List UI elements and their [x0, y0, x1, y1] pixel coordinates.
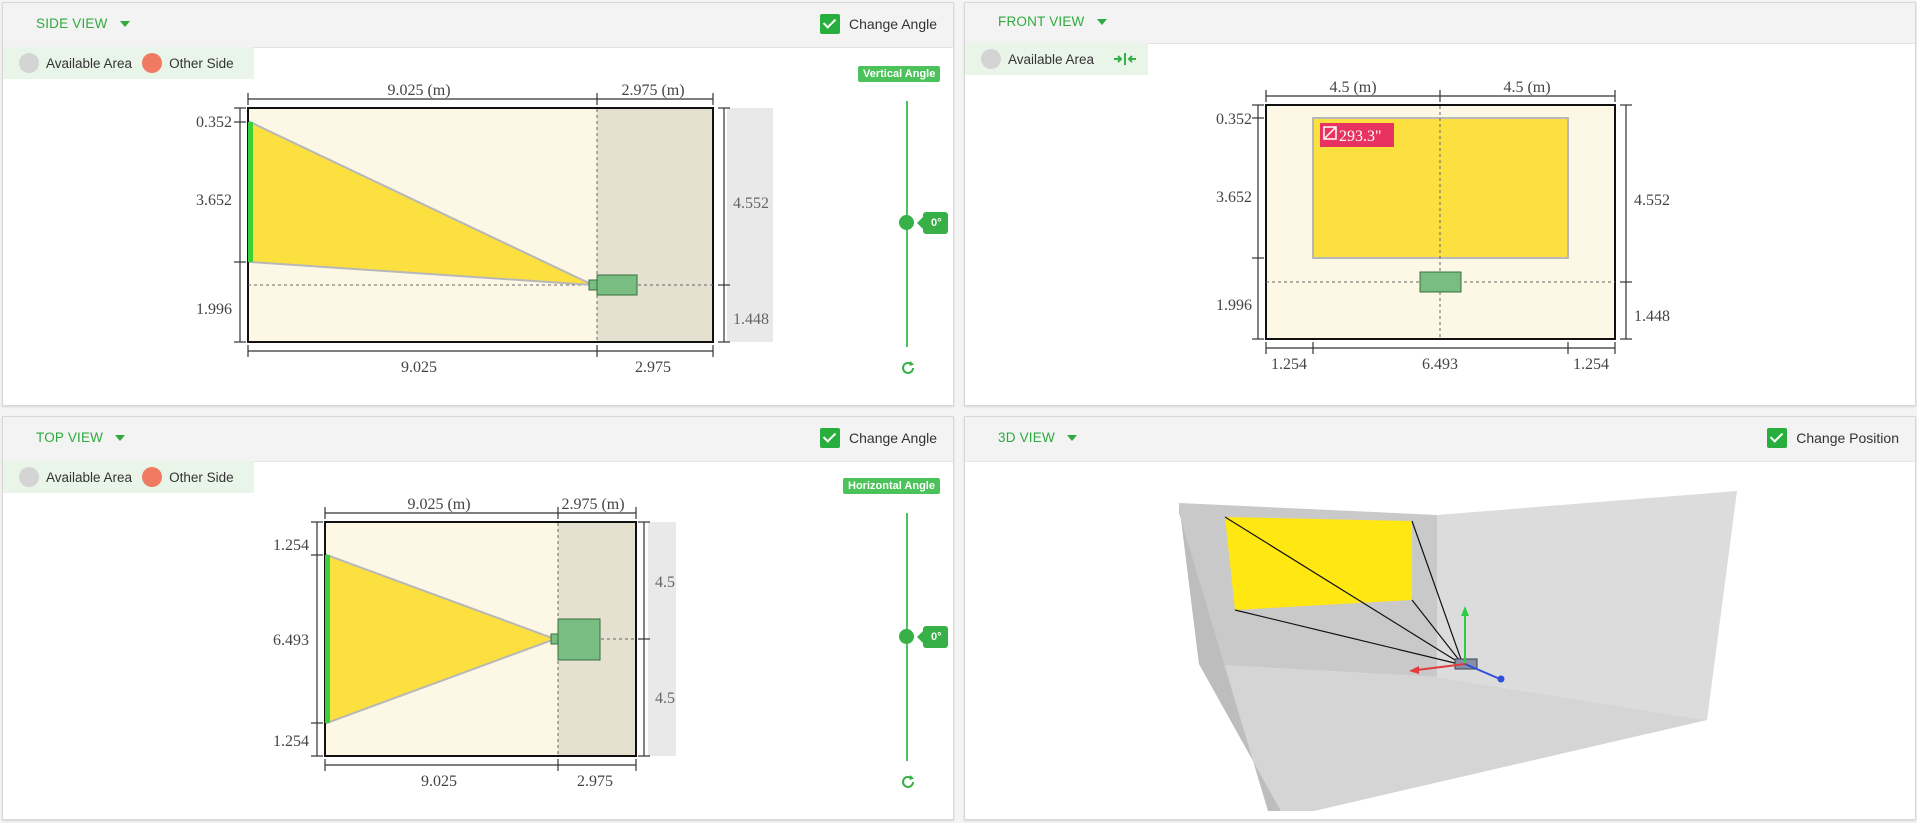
dim-top-left: 9.025 (m) [387, 82, 450, 99]
dim-top-right: 2.975 (m) [621, 82, 684, 99]
dim-right-1: 4.5 [655, 574, 675, 591]
dim-left-3: 1.996 [196, 301, 232, 318]
front-view-panel: FRONT VIEW Available Area 293.3" 4.5 (m)… [964, 2, 1916, 406]
dim-right-2: 1.448 [733, 311, 769, 328]
dim-top-right: 4.5 (m) [1503, 79, 1550, 96]
dim-bottom-2: 6.493 [1422, 356, 1458, 373]
side-view-panel: SIDE VIEW Change Angle Available Area Ot… [2, 2, 954, 406]
dim-bottom-right: 2.975 [577, 773, 613, 790]
top-view-diagram: 9.025 (m) 2.975 (m) 1.254 6.493 1.254 4.… [273, 496, 676, 790]
dim-bottom-3: 1.254 [1573, 356, 1609, 373]
projector-icon [1419, 271, 1462, 293]
projector-icon [557, 618, 601, 661]
3d-room-scene[interactable] [965, 417, 1915, 819]
dim-right-1: 4.552 [1634, 192, 1670, 209]
front-view-diagram: 293.3" 4.5 (m) 4.5 (m) 0.352 3.652 1.996… [1216, 79, 1670, 373]
projector-icon [596, 274, 638, 296]
dim-bottom-right: 2.975 [635, 359, 671, 376]
diagonal-value: 293.3" [1339, 128, 1382, 145]
dim-left-3: 1.254 [273, 733, 309, 750]
dim-bottom-left: 9.025 [401, 359, 437, 376]
top-view-panel: TOP VIEW Change Angle Available Area Oth… [2, 416, 954, 820]
screen-edge [325, 555, 330, 723]
z-axis-handle-icon [1497, 675, 1505, 683]
dim-top-left: 4.5 (m) [1329, 79, 1376, 96]
dim-left-1: 1.254 [273, 537, 309, 554]
side-view-diagram: 9.025 (m) 2.975 (m) 0.352 3.652 1.996 4.… [196, 82, 773, 376]
3d-view-panel: 3D VIEW Change Position [964, 416, 1916, 820]
dim-right-2: 4.5 [655, 690, 675, 707]
dim-bottom-left: 9.025 [421, 773, 457, 790]
dim-top-right: 2.975 (m) [561, 496, 624, 513]
dim-left-1: 0.352 [1216, 111, 1252, 128]
dim-left-1: 0.352 [196, 114, 232, 131]
other-side-strip [648, 522, 676, 756]
dim-left-2: 3.652 [1216, 189, 1252, 206]
projected-screen [1225, 517, 1412, 610]
dim-left-2: 3.652 [196, 192, 232, 209]
dim-top-left: 9.025 (m) [407, 496, 470, 513]
dim-bottom-1: 1.254 [1271, 356, 1307, 373]
other-side-strip [727, 108, 773, 342]
dim-left-3: 1.996 [1216, 297, 1252, 314]
dim-left-2: 6.493 [273, 632, 309, 649]
projector-lens-icon [550, 633, 559, 645]
screen-edge [248, 122, 253, 262]
other-side-area [597, 109, 712, 341]
dim-right-2: 1.448 [1634, 308, 1670, 325]
dim-right-1: 4.552 [733, 195, 769, 212]
projector-lens-icon [588, 279, 598, 291]
